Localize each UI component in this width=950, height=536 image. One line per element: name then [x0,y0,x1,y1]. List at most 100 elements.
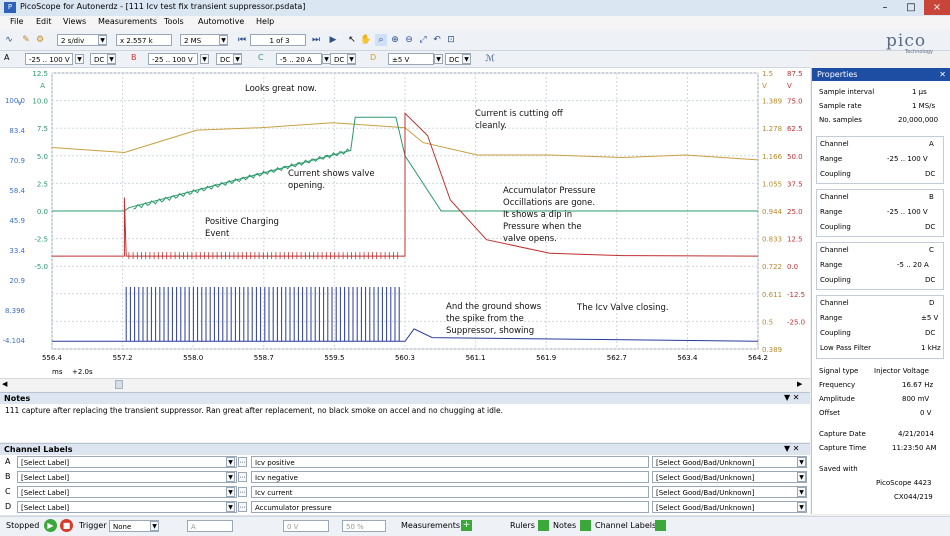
scope-mode-icon[interactable]: ∿ [3,34,15,46]
hand-icon[interactable]: ✋ [360,34,372,46]
prop-label: Coupling [820,170,851,178]
zoom-fit-icon[interactable]: ⤢ [417,34,429,46]
menu-tools[interactable]: Tools [164,17,184,26]
chevron-down-icon[interactable]: ▼ [434,54,443,64]
channel-d-badge[interactable]: D [370,53,376,62]
chevron-down-icon[interactable]: ▼ [98,35,107,45]
label-select[interactable]: [Select Label] [17,456,237,468]
chevron-down-icon[interactable]: ▼ [219,35,228,45]
notes-text[interactable]: 111 capture after replacing the transien… [5,406,503,415]
more-icon[interactable]: ⋯ [238,502,247,512]
good-bad-select[interactable]: [Select Good/Bad/Unknown] [652,501,807,513]
probe-icon[interactable]: ✎ [20,34,32,46]
zoom-in-icon[interactable]: ⊕ [389,34,401,46]
menu-measurements[interactable]: Measurements [98,17,157,26]
scope-view[interactable]: 556.4 557.2 558.0 558.7 559.5 560.3 561.1 561.9… [0,68,810,378]
menu-edit[interactable]: Edit [36,17,52,26]
status-state: Stopped [6,521,40,530]
chevron-down-icon[interactable]: ▼ [226,487,235,497]
add-measurement-icon[interactable]: + [461,520,472,531]
maximize-button[interactable]: □ [898,0,924,15]
label-select[interactable]: [Select Label] [17,486,237,498]
chevron-down-icon[interactable]: ▼ [226,457,235,467]
trigger-percent-field[interactable]: 50 % [342,520,386,532]
zoom-field[interactable]: x 2.557 k [116,34,172,46]
good-bad-select[interactable]: [Select Good/Bad/Unknown] [652,486,807,498]
scroll-left-icon[interactable]: ◀ [2,380,7,388]
rulers-toggle-icon[interactable] [538,520,549,531]
channel-labels-label[interactable]: Channel Labels [595,521,656,530]
label-select[interactable]: [Select Label] [17,471,237,483]
chevron-down-icon[interactable]: ▼ [462,54,471,64]
label-description[interactable]: Icv negative [251,471,649,483]
more-icon[interactable]: ⋯ [238,472,247,482]
label-description[interactable]: Icv positive [251,456,649,468]
scope-scrollbar[interactable]: ◀ ▶ [0,378,810,391]
more-icon[interactable]: ⋯ [238,487,247,497]
channel-labels-title: Channel Labels [4,445,73,454]
chevron-down-icon[interactable]: ▼ [797,457,806,467]
chevron-down-icon[interactable]: ▼ [233,54,242,64]
zoom-out-icon[interactable]: ⊖ [403,34,415,46]
notes-label[interactable]: Notes [553,521,576,530]
axis-c-unit: V [787,82,792,90]
scroll-right-icon[interactable]: ▶ [797,380,802,388]
prop-value: 4/21/2014 [898,430,934,438]
menu-views[interactable]: Views [63,17,86,26]
measurements-label[interactable]: Measurements [401,521,460,530]
chevron-down-icon[interactable]: ▼ [150,521,159,531]
buffer-field[interactable]: 1 of 3 [250,34,306,46]
label-description[interactable]: Icv current [251,486,649,498]
scroll-thumb[interactable] [115,380,123,389]
notes-area[interactable]: 111 capture after replacing the transien… [0,404,810,442]
math-channel-icon[interactable]: ℳ [484,53,496,65]
channel-c-badge[interactable]: C [258,53,264,62]
pin-icon[interactable]: ▼ ✕ [784,393,799,402]
scope-chart[interactable]: 556.4 557.2 558.0 558.7 559.5 560.3 561.1 561.9… [0,68,810,378]
chevron-down-icon[interactable]: ▼ [75,54,84,64]
close-button[interactable]: × [924,0,950,15]
start-icon[interactable]: ▶ [44,519,57,532]
menu-file[interactable]: File [10,17,23,26]
next-buffer-icon[interactable]: ⏭ [310,34,322,46]
channel-a-range[interactable]: -25 .. 100 V [25,53,73,65]
chevron-down-icon[interactable]: ▼ [797,472,806,482]
label-select[interactable]: [Select Label] [17,501,237,513]
notes-toggle-icon[interactable] [580,520,591,531]
chevron-down-icon[interactable]: ▼ [107,54,116,64]
rulers-label[interactable]: Rulers [510,521,535,530]
channel-b-range[interactable]: -25 .. 100 V [148,53,198,65]
channel-a-badge[interactable]: A [4,53,9,62]
channel-c-range[interactable]: -5 .. 20 A [276,53,322,65]
chevron-down-icon[interactable]: ▼ [200,54,209,64]
prop-label: Coupling [820,223,851,231]
pin-icon[interactable]: ▼ ✕ [784,444,799,453]
channel-d-range[interactable]: ±5 V [388,53,434,65]
chevron-down-icon[interactable]: ▼ [797,502,806,512]
stop-icon[interactable]: ■ [60,519,73,532]
chevron-down-icon[interactable]: ▼ [226,472,235,482]
good-bad-select[interactable]: [Select Good/Bad/Unknown] [652,456,807,468]
trigger-channel-select[interactable]: A [187,520,233,532]
first-buffer-icon[interactable]: ⏮ [236,34,248,46]
chevron-down-icon[interactable]: ▼ [797,487,806,497]
prop-value: CX044/219 [894,493,933,501]
good-bad-select[interactable]: [Select Good/Bad/Unknown] [652,471,807,483]
minimize-button[interactable]: – [872,0,898,15]
chevron-down-icon[interactable]: ▼ [226,502,235,512]
settings-icon[interactable]: ⚙ [34,34,46,46]
menu-automotive[interactable]: Automotive [198,17,244,26]
chevron-down-icon[interactable]: ▼ [347,54,356,64]
zoom-reset-icon[interactable]: ⊡ [445,34,457,46]
zoom-select-icon[interactable]: ⌕ [375,34,387,46]
trigger-level-field[interactable]: 0 V [283,520,329,532]
more-icon[interactable]: ⋯ [238,457,247,467]
menu-help[interactable]: Help [256,17,274,26]
close-icon[interactable]: ✕ [939,68,946,81]
label-description[interactable]: Accumulator pressure [251,501,649,513]
channel-labels-toggle-icon[interactable] [655,520,666,531]
play-icon[interactable]: ▶ [327,34,339,46]
pointer-icon[interactable]: ↖ [346,34,358,46]
channel-b-badge[interactable]: B [131,53,137,62]
undo-zoom-icon[interactable]: ↶ [431,34,443,46]
